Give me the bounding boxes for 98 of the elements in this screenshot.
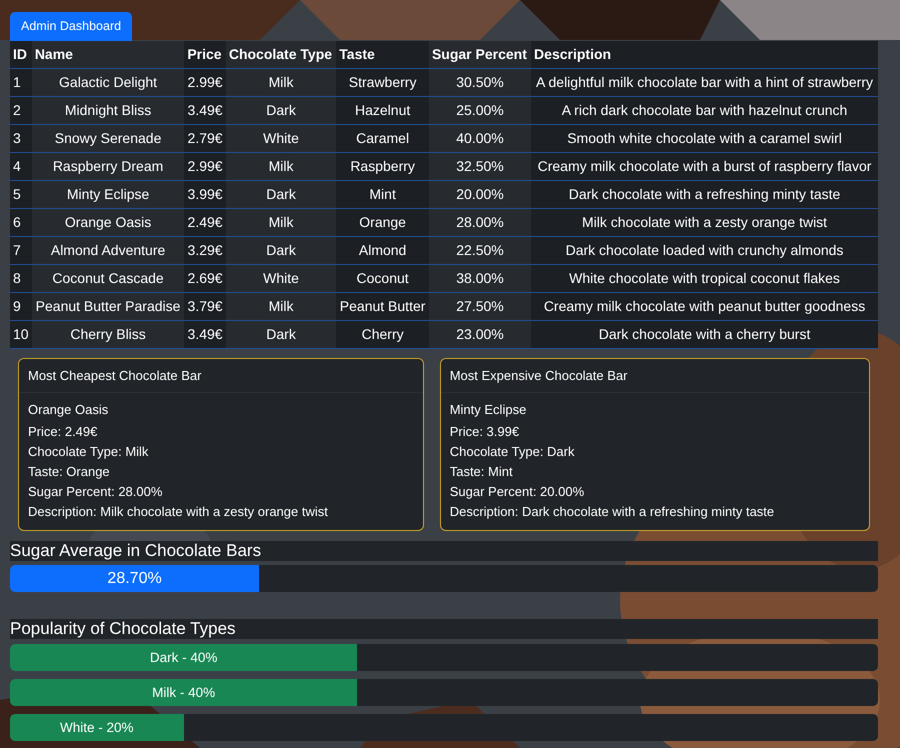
card-title: Most Cheapest Chocolate Bar — [19, 358, 423, 394]
table-cell: Caramel — [336, 124, 429, 152]
table-cell: A rich dark chocolate bar with hazelnut crunch — [531, 96, 878, 124]
table-cell: Peanut Butter Paradise — [32, 292, 184, 320]
table-cell: Dark chocolate loaded with crunchy almonds — [531, 236, 878, 264]
column-header: Name — [32, 40, 184, 68]
table-cell: Almond Adventure — [32, 236, 184, 264]
detail-line: Description: Milk chocolate with a zesty orange twist — [28, 503, 329, 522]
table-cell: 3.29€ — [184, 236, 226, 264]
detail-line: Taste: Mint — [450, 463, 514, 482]
table-cell: 2 — [10, 96, 32, 124]
table-cell: Hazelnut — [336, 96, 429, 124]
table-cell: Coconut — [336, 264, 429, 292]
table-cell: Creamy milk chocolate with a burst of raspberry flavor — [531, 152, 878, 180]
table-cell: Almond — [336, 236, 429, 264]
column-header: Price — [184, 40, 226, 68]
column-header: ID — [10, 40, 32, 68]
table-cell: Strawberry — [336, 68, 429, 96]
table-cell: 6 — [10, 208, 32, 236]
progress-fill: 28.70% — [10, 565, 260, 592]
table-cell: 2.79€ — [184, 124, 226, 152]
bar-name: Orange Oasis — [28, 401, 110, 420]
table-cell: 3.49€ — [184, 96, 226, 124]
table-cell: Dark — [226, 320, 336, 348]
progress-fill: Dark - 40% — [10, 644, 358, 672]
table-cell: Raspberry — [336, 152, 429, 180]
table-cell: A delightful milk chocolate bar with a hint of strawberry — [531, 68, 878, 96]
progress-fill: White - 20% — [10, 714, 184, 742]
detail-line: Description: Dark chocolate with a refreshing minty taste — [450, 503, 776, 522]
table-cell: Cherry — [336, 320, 429, 348]
bar-name: Minty Eclipse — [450, 401, 528, 420]
table-cell: Dark — [226, 96, 336, 124]
detail-line: Taste: Orange — [28, 463, 111, 482]
table-cell: Orange — [336, 208, 429, 236]
table-cell: 23.00% — [428, 320, 532, 348]
table-cell: 28.00% — [428, 208, 532, 236]
table-cell: Dark chocolate with a refreshing minty taste — [531, 180, 878, 208]
table-cell: 7 — [10, 236, 32, 264]
table-cell: Mint — [336, 180, 429, 208]
table-cell: 25.00% — [428, 96, 532, 124]
table-cell: 2.69€ — [184, 264, 226, 292]
table-cell: Dark — [226, 180, 336, 208]
column-header: Chocolate Type — [226, 40, 336, 68]
table-cell: Milk chocolate with a zesty orange twist — [531, 208, 878, 236]
table-cell: Snowy Serenade — [32, 124, 184, 152]
table-cell: Milk — [226, 208, 336, 236]
table-cell: Dark — [226, 236, 336, 264]
table-cell: White — [226, 264, 336, 292]
table-cell: 1 — [10, 68, 32, 96]
table-cell: Smooth white chocolate with a caramel swirl — [531, 124, 878, 152]
table-cell: White — [226, 124, 336, 152]
table-cell: Orange Oasis — [32, 208, 184, 236]
table-cell: 3.49€ — [184, 320, 226, 348]
section-title: Sugar Average in Chocolate Bars — [10, 541, 878, 562]
table-cell: Peanut Butter — [336, 292, 429, 320]
table-cell: Milk — [226, 152, 336, 180]
column-header: Sugar Percent — [428, 40, 532, 68]
detail-line: Sugar Percent: 28.00% — [28, 483, 164, 502]
card-title: Most Expensive Chocolate Bar — [440, 358, 869, 394]
table-cell: Raspberry Dream — [32, 152, 184, 180]
table-cell: 9 — [10, 292, 32, 320]
detail-line: Chocolate Type: Milk — [28, 443, 150, 462]
table-cell: 2.99€ — [184, 68, 226, 96]
table-cell: Dark chocolate with a cherry burst — [531, 320, 878, 348]
table-cell: 20.00% — [428, 180, 532, 208]
table-cell: Coconut Cascade — [32, 264, 184, 292]
detail-line: Price: 3.99€ — [450, 423, 520, 442]
detail-line: Price: 2.49€ — [28, 423, 98, 442]
table-cell: Milk — [226, 68, 336, 96]
table-cell: 38.00% — [428, 264, 532, 292]
detail-line: Chocolate Type: Dark — [450, 443, 576, 462]
progress-fill: Milk - 40% — [10, 679, 358, 706]
table-cell: 3.79€ — [184, 292, 226, 320]
table-cell: 22.50% — [428, 236, 532, 264]
table-cell: 4 — [10, 152, 32, 180]
table-cell: 2.49€ — [184, 208, 226, 236]
table-cell: Galactic Delight — [32, 68, 184, 96]
table-cell: White chocolate with tropical coconut flakes — [531, 264, 878, 292]
table-cell: 5 — [10, 180, 32, 208]
section-title: Popularity of Chocolate Types — [10, 619, 878, 640]
table-cell: Creamy milk chocolate with peanut butter goodness — [531, 292, 878, 320]
table-cell: Minty Eclipse — [32, 180, 184, 208]
column-header: Description — [531, 40, 878, 68]
column-header: Taste — [336, 40, 429, 68]
table-cell: 2.99€ — [184, 152, 226, 180]
table-cell: 10 — [10, 320, 32, 348]
table-cell: Midnight Bliss — [32, 96, 184, 124]
table-cell: Milk — [226, 292, 336, 320]
detail-line: Sugar Percent: 20.00% — [450, 483, 586, 502]
table-cell: Cherry Bliss — [32, 320, 184, 348]
table-cell: 32.50% — [428, 152, 532, 180]
table-cell: 27.50% — [428, 292, 532, 320]
table-cell: 3 — [10, 124, 32, 152]
table-cell: 40.00% — [428, 124, 532, 152]
table-cell: 3.99€ — [184, 180, 226, 208]
table-cell: 30.50% — [428, 68, 532, 96]
table-cell: 8 — [10, 264, 32, 292]
admin-dashboard-button[interactable]: Admin Dashboard — [10, 12, 132, 41]
